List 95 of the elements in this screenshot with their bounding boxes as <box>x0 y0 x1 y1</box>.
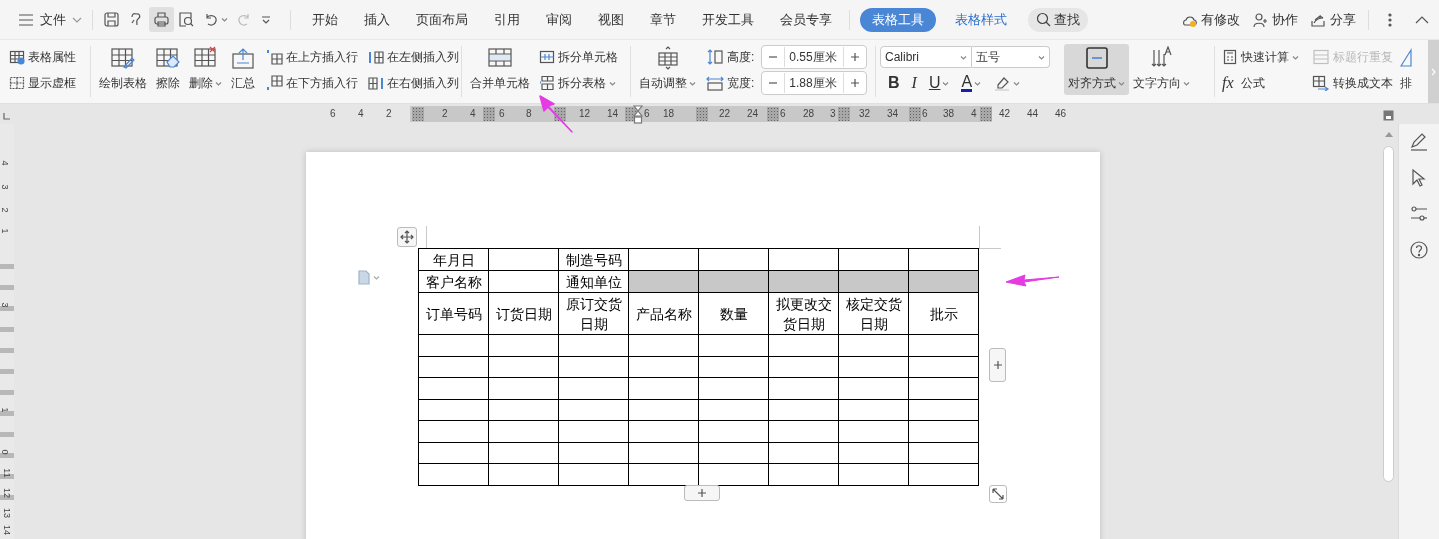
autofit-button[interactable]: 自动调整 <box>635 44 700 95</box>
menu-tab[interactable]: 开发工具 <box>690 7 766 32</box>
width-input[interactable]: 1.88厘米 <box>784 73 845 93</box>
ruler-number: 24 <box>747 108 759 119</box>
insert-row-below-button[interactable]: 在下方插入行 <box>264 72 361 94</box>
menu-tab[interactable]: 开始 <box>300 7 350 32</box>
ruler-number: 1 <box>0 228 10 234</box>
ruler-number: 3 <box>830 108 836 119</box>
table-cell: 通知单位 <box>558 270 629 293</box>
ruler-number: 3 <box>0 302 10 308</box>
text-direction-button[interactable]: 文字方向 <box>1129 44 1194 95</box>
ruler-number: 22 <box>719 108 731 119</box>
width-spinner[interactable]: 1.88厘米 <box>761 71 868 95</box>
share-button[interactable]: 分享 <box>1310 10 1356 29</box>
ruler-number: 46 <box>1055 108 1067 119</box>
insert-row-above-button[interactable]: 在上方插入行 <box>264 46 361 68</box>
search-button[interactable]: 查找 <box>1028 7 1088 32</box>
ruler-number: 3 <box>0 184 10 190</box>
font-size-select[interactable]: 五号 <box>972 46 1050 68</box>
draw-table-button[interactable]: 绘制表格 <box>95 44 151 95</box>
ruler-number: 38 <box>943 108 955 119</box>
ruler-number: 6 <box>644 108 650 119</box>
height-spinner[interactable]: 0.55厘米 <box>761 45 868 69</box>
ruler-number: 42 <box>999 108 1011 119</box>
ruler-number: 4 <box>0 160 10 166</box>
font-select[interactable]: Calibri <box>880 46 972 68</box>
menu-tab[interactable]: 会员专享 <box>768 7 844 32</box>
underline-button[interactable]: U <box>924 72 954 94</box>
ruler-number: 4 <box>971 108 977 119</box>
merge-cells-button[interactable]: 合并单元格 <box>466 44 534 95</box>
table-cell: 客户名称 <box>418 270 489 293</box>
status-button[interactable]: 有修改 <box>1181 10 1240 29</box>
delete-button[interactable]: 删除 <box>185 44 226 95</box>
table-cell: 产品名称 <box>628 292 699 335</box>
height-input[interactable]: 0.55厘米 <box>784 47 845 67</box>
ruler-number: 18 <box>663 108 675 119</box>
table-cell: 批示 <box>908 292 979 335</box>
menu-tab[interactable]: 页面布局 <box>404 7 480 32</box>
menu-tab[interactable]: 引用 <box>482 7 532 32</box>
ruler-number: 28 <box>803 108 815 119</box>
ruler-number: 14 <box>607 108 619 119</box>
table-cell: 制造号码 <box>558 248 629 271</box>
insert-column-right-button[interactable]: 在右侧插入列 <box>365 72 462 94</box>
ruler-number: 13 <box>2 508 12 518</box>
menu-tab[interactable]: 章节 <box>638 7 688 32</box>
ruler-number: 2 <box>442 108 448 119</box>
convert-to-text-button[interactable]: 转换成文本 <box>1309 72 1397 94</box>
ruler-number: 6 <box>499 108 505 119</box>
table-properties-button[interactable]: 表格属性 <box>6 46 79 68</box>
menu-tab[interactable]: 插入 <box>352 7 402 32</box>
eraser-button[interactable]: 擦除 <box>151 44 185 95</box>
menu-tab[interactable]: 视图 <box>586 7 636 32</box>
ruler-number: 6 <box>780 108 786 119</box>
ruler-number: 2 <box>386 108 392 119</box>
ruler-number: 44 <box>1027 108 1039 119</box>
menu-tab[interactable]: 审阅 <box>534 7 584 32</box>
ruler-number: 14 <box>2 525 12 535</box>
bold-button[interactable]: B <box>884 72 904 94</box>
ruler-number: 12 <box>579 108 591 119</box>
table-cell: 订货日期 <box>488 292 559 335</box>
insert-column-left-button[interactable]: 在左侧插入列 <box>365 46 462 68</box>
ruler-number: 4 <box>470 108 476 119</box>
ruler-number: 34 <box>887 108 899 119</box>
font-color-button[interactable]: A <box>957 72 986 94</box>
show-gridlines-button[interactable]: 显示虚框 <box>6 72 79 94</box>
table-cell: 拟更改交货日期 <box>768 292 839 335</box>
split-table-button[interactable]: 拆分表格 <box>536 72 621 94</box>
table-cell: 核定交货日期 <box>838 292 909 335</box>
ruler-number: 11 <box>1 468 12 478</box>
ruler-number: 12 <box>2 488 12 498</box>
alignment-button[interactable]: 对齐方式 <box>1064 44 1129 95</box>
sort-button[interactable]: 排 <box>1399 44 1413 95</box>
split-cells-button[interactable]: 拆分单元格 <box>536 46 621 68</box>
table-cell: 原订交货日期 <box>558 292 629 335</box>
menu-tab[interactable]: 表格工具 <box>860 7 936 32</box>
file-menu[interactable]: 文件 <box>14 6 86 33</box>
ruler-number: 4 <box>358 108 364 119</box>
table-cell: 数量 <box>698 292 769 335</box>
italic-button[interactable]: I <box>907 72 921 94</box>
table-cell: 年月日 <box>418 248 489 271</box>
ruler-number: 6 <box>922 108 928 119</box>
ruler-number: 1 <box>0 407 10 413</box>
ruler-number: 8 <box>526 108 532 119</box>
field-label: 高度: <box>727 48 755 66</box>
ruler-number: 2 <box>0 207 10 213</box>
ruler-number: 6 <box>330 108 336 119</box>
table-cell: 订单号码 <box>418 292 489 335</box>
field-label: 宽度: <box>727 74 755 92</box>
ruler-number: 0 <box>0 449 10 455</box>
formula-button[interactable]: fx 公式 <box>1219 72 1309 94</box>
menu-tab[interactable]: 表格样式 <box>943 7 1019 32</box>
quick-calc-button[interactable]: 快速计算 <box>1219 46 1309 68</box>
summary-button[interactable]: 汇总 <box>226 44 260 95</box>
ruler-number: 32 <box>859 108 871 119</box>
collaborate-button[interactable]: 协作 <box>1252 10 1298 29</box>
